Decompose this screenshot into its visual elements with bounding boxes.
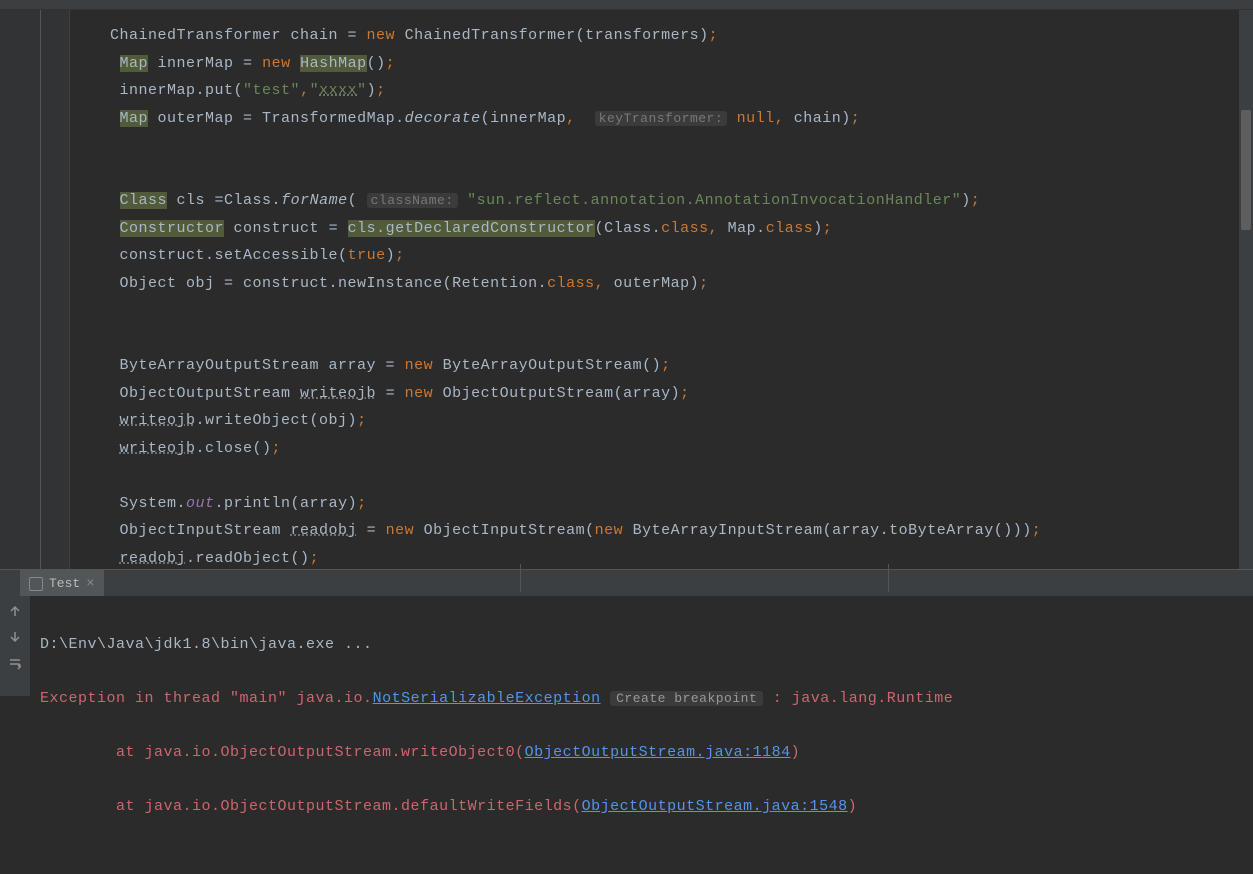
- console-panel: D:\Env\Java\jdk1.8\bin\java.exe ... Exce…: [0, 596, 1253, 696]
- editor-area: ChainedTransformer chain = new ChainedTr…: [0, 10, 1253, 569]
- exception-link[interactable]: NotSerializableException: [373, 690, 601, 707]
- create-breakpoint-hint[interactable]: Create breakpoint: [610, 691, 763, 706]
- ide-window: ChainedTransformer chain = new ChainedTr…: [0, 0, 1253, 696]
- console-output[interactable]: D:\Env\Java\jdk1.8\bin\java.exe ... Exce…: [30, 596, 1253, 696]
- run-panel-tabs: Test ×: [0, 569, 1253, 596]
- parameter-hint: keyTransformer:: [595, 111, 728, 126]
- console-toolbar: [0, 596, 30, 696]
- code-line-blank[interactable]: [110, 325, 1239, 353]
- arrow-down-icon[interactable]: [8, 630, 22, 644]
- vertical-scrollbar[interactable]: [1239, 10, 1253, 569]
- code-line[interactable]: construct.setAccessible(true);: [110, 242, 1239, 270]
- code-line[interactable]: writeojb.writeObject(obj);: [110, 407, 1239, 435]
- code-line[interactable]: Class cls =Class.forName( className: "su…: [110, 187, 1239, 215]
- code-line[interactable]: System.out.println(array);: [110, 490, 1239, 518]
- code-line[interactable]: innerMap.put("test","xxxx");: [110, 77, 1239, 105]
- code-line[interactable]: Object obj = construct.newInstance(Reten…: [110, 270, 1239, 298]
- console-line-error: at java.io.ObjectOutputStream.writeObjec…: [40, 739, 1243, 766]
- scroll-thumb[interactable]: [1241, 110, 1251, 230]
- parameter-hint: className:: [367, 193, 458, 208]
- panel-splitter[interactable]: [520, 564, 521, 592]
- top-bar: [0, 0, 1253, 10]
- code-line-blank[interactable]: [110, 132, 1239, 160]
- console-line: D:\Env\Java\jdk1.8\bin\java.exe ...: [40, 631, 1243, 658]
- code-line[interactable]: writeojb.close();: [110, 435, 1239, 463]
- stacktrace-link[interactable]: ObjectOutputStream.java:1184: [525, 744, 791, 761]
- code-line[interactable]: ChainedTransformer chain = new ChainedTr…: [110, 22, 1239, 50]
- arrow-up-icon[interactable]: [8, 604, 22, 618]
- code-line[interactable]: Constructor construct = cls.getDeclaredC…: [110, 215, 1239, 243]
- code-line[interactable]: ObjectInputStream readobj = new ObjectIn…: [110, 517, 1239, 545]
- code-line[interactable]: readobj.readObject();: [110, 545, 1239, 570]
- close-icon[interactable]: ×: [86, 576, 94, 592]
- code-line-blank[interactable]: [110, 297, 1239, 325]
- code-line-blank[interactable]: [110, 160, 1239, 188]
- code-line[interactable]: Map outerMap = TransformedMap.decorate(i…: [110, 105, 1239, 133]
- soft-wrap-icon[interactable]: [8, 656, 22, 670]
- code-editor[interactable]: ChainedTransformer chain = new ChainedTr…: [70, 10, 1239, 569]
- editor-gutter[interactable]: [0, 10, 70, 569]
- run-tab-test[interactable]: Test ×: [20, 570, 104, 596]
- code-line[interactable]: ObjectOutputStream writeojb = new Object…: [110, 380, 1239, 408]
- console-line-error: Exception in thread "main" java.io.NotSe…: [40, 685, 1243, 712]
- code-line[interactable]: Map innerMap = new HashMap();: [110, 50, 1239, 78]
- code-line-blank[interactable]: [110, 462, 1239, 490]
- application-icon: [29, 577, 43, 591]
- tab-label: Test: [49, 576, 80, 591]
- code-line[interactable]: ByteArrayOutputStream array = new ByteAr…: [110, 352, 1239, 380]
- stacktrace-link[interactable]: ObjectOutputStream.java:1548: [582, 798, 848, 815]
- console-line-error: at java.io.ObjectOutputStream.defaultWri…: [40, 793, 1243, 820]
- panel-splitter[interactable]: [888, 564, 889, 592]
